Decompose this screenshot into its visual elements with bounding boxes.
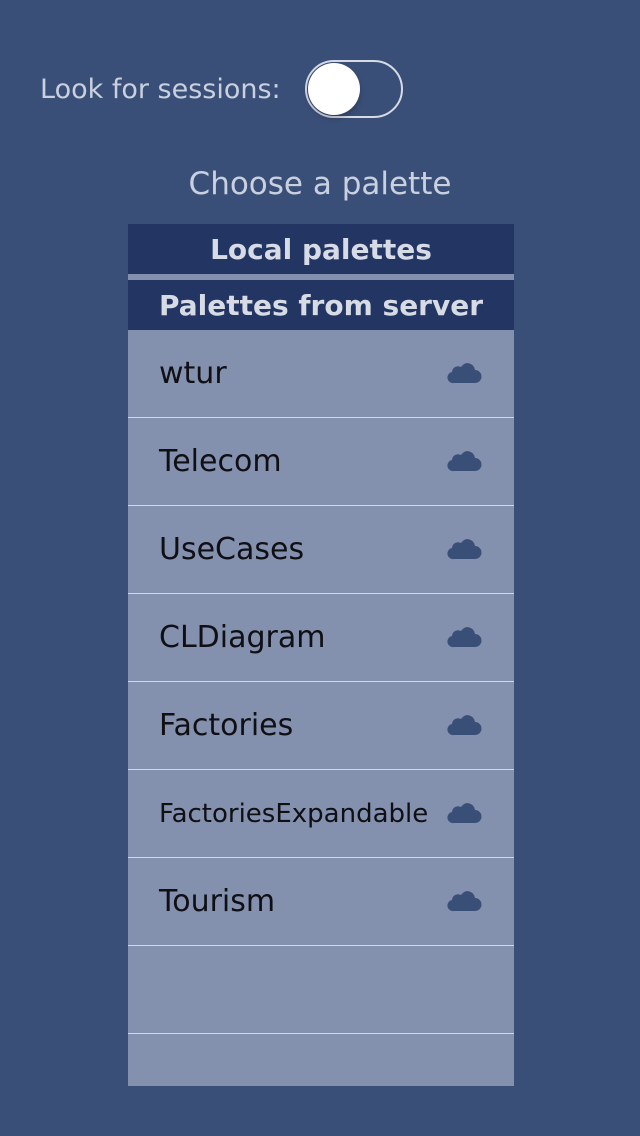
palette-row-wtur[interactable]: wtur	[128, 330, 514, 418]
palette-name: wtur	[159, 356, 227, 391]
cloud-icon	[447, 803, 482, 824]
palette-row-factoriesexpandable[interactable]: FactoriesExpandable	[128, 770, 514, 858]
palette-name: CLDiagram	[159, 620, 326, 655]
server-palettes-header[interactable]: Palettes from server	[128, 280, 514, 330]
palette-row-factories[interactable]: Factories	[128, 682, 514, 770]
palette-name: Telecom	[159, 444, 282, 479]
server-palette-rows: wtur Telecom UseCases CLDiagram Factorie…	[128, 330, 514, 1034]
palette-row-telecom[interactable]: Telecom	[128, 418, 514, 506]
palette-list: Local palettes Palettes from server wtur…	[128, 224, 514, 1086]
cloud-icon	[447, 715, 482, 736]
palette-name: UseCases	[159, 532, 305, 567]
cloud-icon	[447, 451, 482, 472]
toggle-knob	[307, 63, 360, 115]
session-search-row: Look for sessions:	[40, 58, 403, 120]
choose-palette-title: Choose a palette	[188, 166, 452, 202]
cloud-icon	[447, 627, 482, 648]
palette-row-tourism[interactable]: Tourism	[128, 858, 514, 946]
empty-row	[128, 946, 514, 1034]
palette-name: Tourism	[159, 884, 276, 919]
palette-row-usecases[interactable]: UseCases	[128, 506, 514, 594]
cloud-icon	[447, 363, 482, 384]
look-for-sessions-label: Look for sessions:	[40, 73, 281, 105]
cloud-icon	[447, 539, 482, 560]
palette-name: Factories	[159, 708, 294, 743]
look-for-sessions-toggle[interactable]	[304, 60, 403, 118]
local-palettes-header[interactable]: Local palettes	[128, 224, 514, 274]
cloud-icon	[447, 891, 482, 912]
palette-row-cldiagram[interactable]: CLDiagram	[128, 594, 514, 682]
palette-name: FactoriesExpandable	[159, 798, 429, 829]
